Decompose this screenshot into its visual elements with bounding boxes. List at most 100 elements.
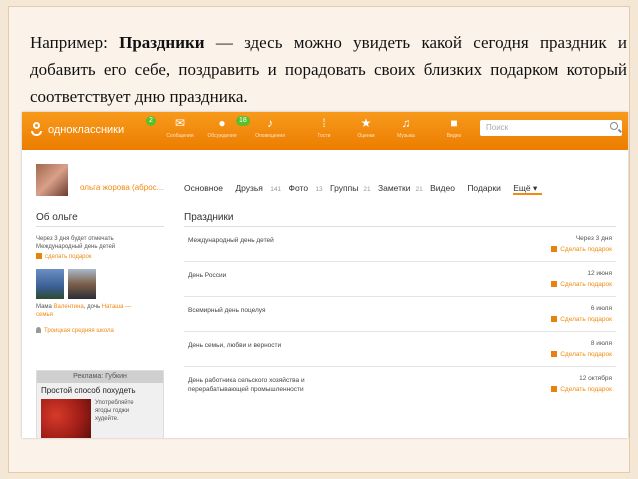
make-gift-button[interactable]: Сделать подарок (551, 351, 612, 358)
nav-video[interactable]: ■ Видео (434, 117, 474, 139)
gift-icon (551, 386, 558, 393)
tab-count: 141 (270, 186, 282, 193)
family-mother-link[interactable]: Валентина (54, 304, 84, 310)
holiday-name: День работника сельского хозяйства и пер… (188, 376, 305, 394)
nav-label: Оценки (357, 133, 375, 139)
tab-main[interactable]: Основное (184, 183, 228, 193)
tab-label: Основное (184, 183, 223, 193)
nav-guests[interactable]: ⁞ Гости (304, 117, 344, 139)
profile-username[interactable]: ольга жорова (аброс... (80, 183, 163, 192)
tab-label: Ещё ▾ (513, 183, 538, 193)
about-title: Об ольге (36, 212, 164, 227)
holiday-name-line: День семьи, любви и верности (188, 342, 282, 349)
tab-count: 13 (315, 186, 323, 193)
tab-groups[interactable]: Группы 21 (330, 183, 371, 193)
holiday-row: Международный день детей Через 3 дня Сде… (184, 227, 616, 262)
family-mid: , дочь (83, 304, 102, 310)
discussions-badge: 18 (236, 116, 250, 126)
video-icon: ■ (450, 116, 458, 130)
footprints-icon: ⁞ (322, 116, 326, 130)
ad-text-line: худейте. (95, 416, 119, 422)
holiday-name: Международный день детей (188, 236, 274, 245)
notice-line2: Международный день детей (36, 244, 116, 250)
slide-text: Например: Праздники — здесь можно увидет… (30, 29, 627, 110)
ad-text-line: ягоды годжи (95, 408, 130, 414)
tab-label: Группы (330, 183, 359, 193)
tab-label: Друзья (235, 183, 263, 193)
logo-badge: 2 (146, 116, 156, 126)
holiday-name-line: перерабатывающей промышленности (188, 386, 304, 393)
nav-notifications[interactable]: ♪ Оповещения (250, 117, 290, 139)
tab-gifts[interactable]: Подарки (467, 183, 506, 193)
tab-label: Заметки (377, 183, 411, 193)
holiday-name: День России (188, 271, 226, 280)
birthday-notice: Через 3 дня будет отмечать Международный… (36, 235, 164, 251)
holiday-name-line: Всемирный день поцелуя (188, 307, 266, 314)
holidays-title: Праздники (184, 212, 616, 227)
tab-notes[interactable]: Заметки 21 (378, 183, 423, 193)
tab-more[interactable]: Ещё ▾ (513, 183, 543, 195)
logo-text: одноклассники (48, 124, 125, 136)
make-gift-button[interactable]: Сделать подарок (551, 386, 612, 393)
family-info: Мама Валентина, дочь Наташа — семья (36, 303, 164, 319)
tab-label: Видео (430, 183, 455, 193)
tab-friends[interactable]: Друзья 141 (235, 183, 281, 193)
tab-count: 21 (415, 186, 423, 193)
family-photo[interactable] (68, 269, 96, 299)
holiday-name-line: День работника сельского хозяйства и (188, 377, 305, 384)
make-gift-button[interactable]: Сделать подарок (551, 246, 612, 253)
holiday-date: 6 июля (590, 305, 612, 312)
tab-video[interactable]: Видео (430, 183, 460, 193)
school-link[interactable]: Троицкая средняя школа (36, 327, 164, 335)
gift-button-label: Сделать подарок (560, 281, 612, 288)
family-daughter-link[interactable]: Наташа — (102, 304, 131, 310)
top-bar: одноклассники 2 ✉ Сообщения ● Обсуждения… (22, 112, 628, 150)
nav-label: Гости (317, 133, 331, 139)
make-gift-button[interactable]: Сделать подарок (551, 281, 612, 288)
holiday-row: День работника сельского хозяйства и пер… (184, 367, 616, 401)
ad-title[interactable]: Простой способ похудеть (37, 383, 163, 396)
holiday-row: Всемирный день поцелуя 6 июля Сделать по… (184, 297, 616, 332)
nav-music[interactable]: ♫ Музыка (386, 117, 426, 139)
tab-photos[interactable]: Фото 13 (289, 183, 323, 193)
gift-button-label: Сделать подарок (560, 351, 612, 358)
search-input[interactable]: Поиск (480, 120, 622, 136)
ad-header: Реклама: Губкин (37, 371, 163, 383)
search-placeholder: Поиск (486, 123, 509, 132)
profile-tabs: Основное Друзья 141 Фото 13 Группы 21 Зам… (184, 183, 547, 195)
tab-label: Фото (288, 183, 309, 193)
nav-label: Видео (446, 133, 462, 139)
gift-button-label: Сделать подарок (560, 386, 612, 393)
logo[interactable]: одноклассники (30, 122, 124, 138)
gift-icon (36, 253, 42, 260)
rating-icon: ★ (360, 116, 372, 130)
nav-messages[interactable]: ✉ Сообщения (160, 117, 200, 139)
family-link[interactable]: семья (36, 312, 53, 318)
holiday-name-line: Международный день детей (188, 237, 274, 244)
make-gift-button[interactable]: Сделать подарок (551, 316, 612, 323)
nav-ratings[interactable]: ★ Оценки (346, 117, 386, 139)
holiday-row: День России 12 июня Сделать подарок (184, 262, 616, 297)
nav-label: Оповещения (255, 133, 285, 139)
holiday-name-line: День России (188, 272, 227, 279)
school-label: Троицкая средняя школа (44, 328, 114, 334)
screenshot: одноклассники 2 ✉ Сообщения ● Обсуждения… (22, 112, 628, 438)
tab-label: Подарки (467, 183, 501, 193)
gift-icon (551, 246, 558, 253)
school-icon (36, 327, 41, 334)
nav-label: Сообщения (166, 133, 194, 139)
family-prefix: Мама (36, 304, 54, 310)
make-gift-link[interactable]: сделать подарок (36, 253, 164, 261)
family-photo[interactable] (36, 269, 64, 299)
slide-text-lead: Например: (30, 33, 120, 52)
ad-block[interactable]: Реклама: Губкин Простой способ похудеть … (36, 370, 164, 438)
search-icon[interactable] (610, 122, 618, 130)
about-section: Об ольге Через 3 дня будет отмечать Межд… (36, 212, 164, 335)
nav-label: Обсуждения (207, 133, 237, 139)
ad-image[interactable] (41, 399, 91, 438)
music-icon: ♫ (401, 116, 411, 130)
envelope-icon: ✉ (174, 116, 186, 130)
holiday-name: День семьи, любви и верности (188, 341, 281, 350)
avatar[interactable] (36, 164, 68, 196)
holiday-date: Через 3 дня (575, 235, 612, 242)
